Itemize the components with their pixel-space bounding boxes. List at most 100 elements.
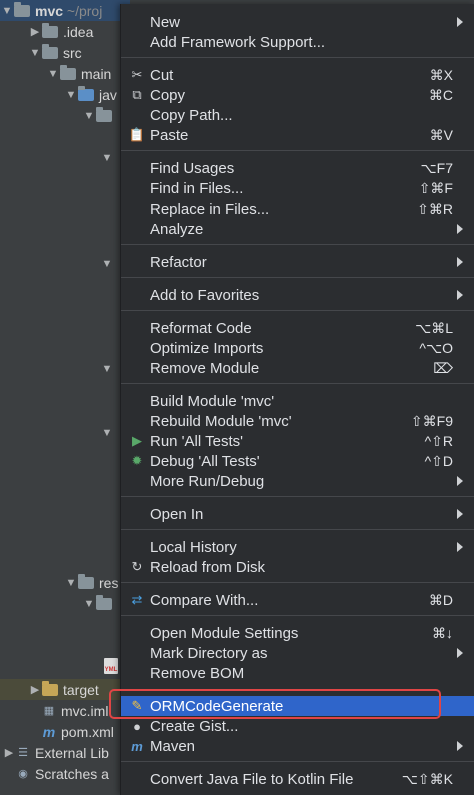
tree-root-mvc[interactable]: ▼ mvc ~/proj [0,0,130,21]
menu-item-build-module[interactable]: Build Module 'mvc' [121,391,474,411]
menu-item-copy[interactable]: ⧉ Copy ⌘C [121,85,474,105]
menu-item-create-gist[interactable]: ● Create Gist... [121,716,474,736]
folder-icon [42,22,58,38]
folder-icon [14,1,30,17]
chevron-down-icon[interactable]: ▼ [0,5,14,17]
context-menu: New Add Framework Support... ✂ Cut ⌘X ⧉ Cop… [120,4,474,795]
menu-divider [121,310,474,311]
menu-item-cut[interactable]: ✂ Cut ⌘X [121,65,474,85]
chevron-right-icon[interactable]: ▶ [28,683,42,696]
tree-item-label: pom.xml [61,723,114,740]
chevron-right-icon[interactable]: ▶ [28,25,42,38]
submenu-arrow-icon [457,290,463,300]
menu-item-run-tests[interactable]: ▶ Run 'All Tests' ^⇧R [121,431,474,451]
tree-item-label: main [81,65,112,82]
menu-item-find-usages[interactable]: Find Usages ⌥F7 [121,158,474,178]
menu-item-remove-bom[interactable]: Remove BOM [121,663,474,683]
menu-item-debug-tests[interactable]: ✹ Debug 'All Tests' ^⇧D [121,451,474,471]
chevron-down-icon[interactable]: ▼ [100,152,114,164]
tree-item-external-libraries[interactable]: ▶ ☰ External Lib [0,742,132,763]
chevron-down-icon[interactable]: ▼ [46,68,60,80]
menu-divider [121,150,474,151]
submenu-arrow-icon [457,648,463,658]
menu-divider [121,383,474,384]
menu-item-module-settings[interactable]: Open Module Settings ⌘↓ [121,623,474,643]
package-icon [96,106,112,122]
maven-file-icon: m [42,723,56,740]
menu-item-add-framework[interactable]: Add Framework Support... [121,32,474,52]
chevron-down-icon[interactable]: ▼ [100,363,114,375]
bug-icon: ✹ [131,453,143,468]
menu-divider [121,277,474,278]
yml-file-icon: YML [104,658,118,674]
menu-item-maven[interactable]: m Maven [121,736,474,756]
tree-root-label: mvc [35,2,64,19]
menu-item-more-run-debug[interactable]: More Run/Debug [121,471,474,491]
chevron-right-icon[interactable]: ▶ [2,746,16,759]
chevron-down-icon[interactable]: ▼ [82,598,96,610]
module-file-icon: ▦ [43,704,55,717]
menu-item-reload-from-disk[interactable]: ↻ Reload from Disk [121,557,474,577]
chevron-down-icon[interactable]: ▼ [82,110,96,122]
menu-item-optimize-imports[interactable]: Optimize Imports ^⌥O [121,338,474,358]
menu-item-mark-directory[interactable]: Mark Directory as [121,643,474,663]
folder-icon [78,85,94,101]
menu-item-convert-to-kotlin[interactable]: Convert Java File to Kotlin File ⌥⇧⌘K [121,769,474,789]
chevron-down-icon[interactable]: ▼ [100,427,114,439]
folder-icon [42,43,58,59]
menu-item-rebuild-module[interactable]: Rebuild Module 'mvc' ⇧⌘F9 [121,411,474,431]
menu-item-remove-module[interactable]: Remove Module ⌦ [121,358,474,378]
project-tree: ▼ mvc ~/proj ▶ .idea ▼ src ▼ main ▼ jav … [0,0,158,795]
menu-item-new[interactable]: New [121,12,474,32]
menu-item-refactor[interactable]: Refactor [121,252,474,272]
menu-item-reformat-code[interactable]: Reformat Code ⌥⌘L [121,318,474,338]
menu-item-copy-path[interactable]: Copy Path... [121,105,474,125]
submenu-arrow-icon [457,542,463,552]
tree-item-label: .idea [63,23,94,40]
chevron-down-icon[interactable]: ▼ [28,47,42,59]
github-icon: ● [133,718,141,734]
chevron-down-icon[interactable]: ▼ [100,258,114,270]
menu-item-find-in-files[interactable]: Find in Files... ⇧⌘F [121,178,474,198]
menu-divider [121,244,474,245]
menu-divider [121,761,474,762]
folder-icon [96,594,112,610]
reload-icon: ↻ [131,559,143,574]
menu-item-local-history[interactable]: Local History [121,537,474,557]
submenu-arrow-icon [457,224,463,234]
folder-icon [42,680,58,696]
menu-item-compare-with[interactable]: ⇄ Compare With... ⌘D [121,590,474,610]
tree-item-label: jav [99,86,117,103]
copy-icon: ⧉ [132,87,142,102]
menu-item-open-in[interactable]: Open In [121,504,474,524]
tree-item-label: src [63,44,82,61]
tree-item-label: target [63,681,99,698]
clipboard-icon: 📋 [128,127,146,142]
menu-divider [121,582,474,583]
chevron-down-icon[interactable]: ▼ [64,89,78,101]
submenu-arrow-icon [457,257,463,267]
menu-item-replace-in-files[interactable]: Replace in Files... ⇧⌘R [121,199,474,219]
tree-item-label: mvc.iml [61,702,109,719]
menu-item-paste[interactable]: 📋 Paste ⌘V [121,125,474,145]
highlight-annotation-box [109,689,441,719]
submenu-arrow-icon [457,741,463,751]
scratches-icon: ◉ [18,767,28,780]
menu-item-add-favorites[interactable]: Add to Favorites [121,285,474,305]
library-icon: ☰ [18,746,28,759]
run-icon: ▶ [132,433,142,448]
tree-item-label: res [99,574,119,591]
folder-icon [78,573,94,589]
menu-divider [121,615,474,616]
submenu-arrow-icon [457,476,463,486]
chevron-down-icon[interactable]: ▼ [64,577,78,589]
menu-divider [121,57,474,58]
scissors-icon: ✂ [131,67,143,82]
folder-icon [60,64,76,80]
tree-item-label: Scratches a [35,765,109,782]
compare-icon: ⇄ [131,592,143,607]
submenu-arrow-icon [457,509,463,519]
tree-root-path: ~/proj [66,2,103,19]
submenu-arrow-icon [457,17,463,27]
menu-item-analyze[interactable]: Analyze [121,219,474,239]
